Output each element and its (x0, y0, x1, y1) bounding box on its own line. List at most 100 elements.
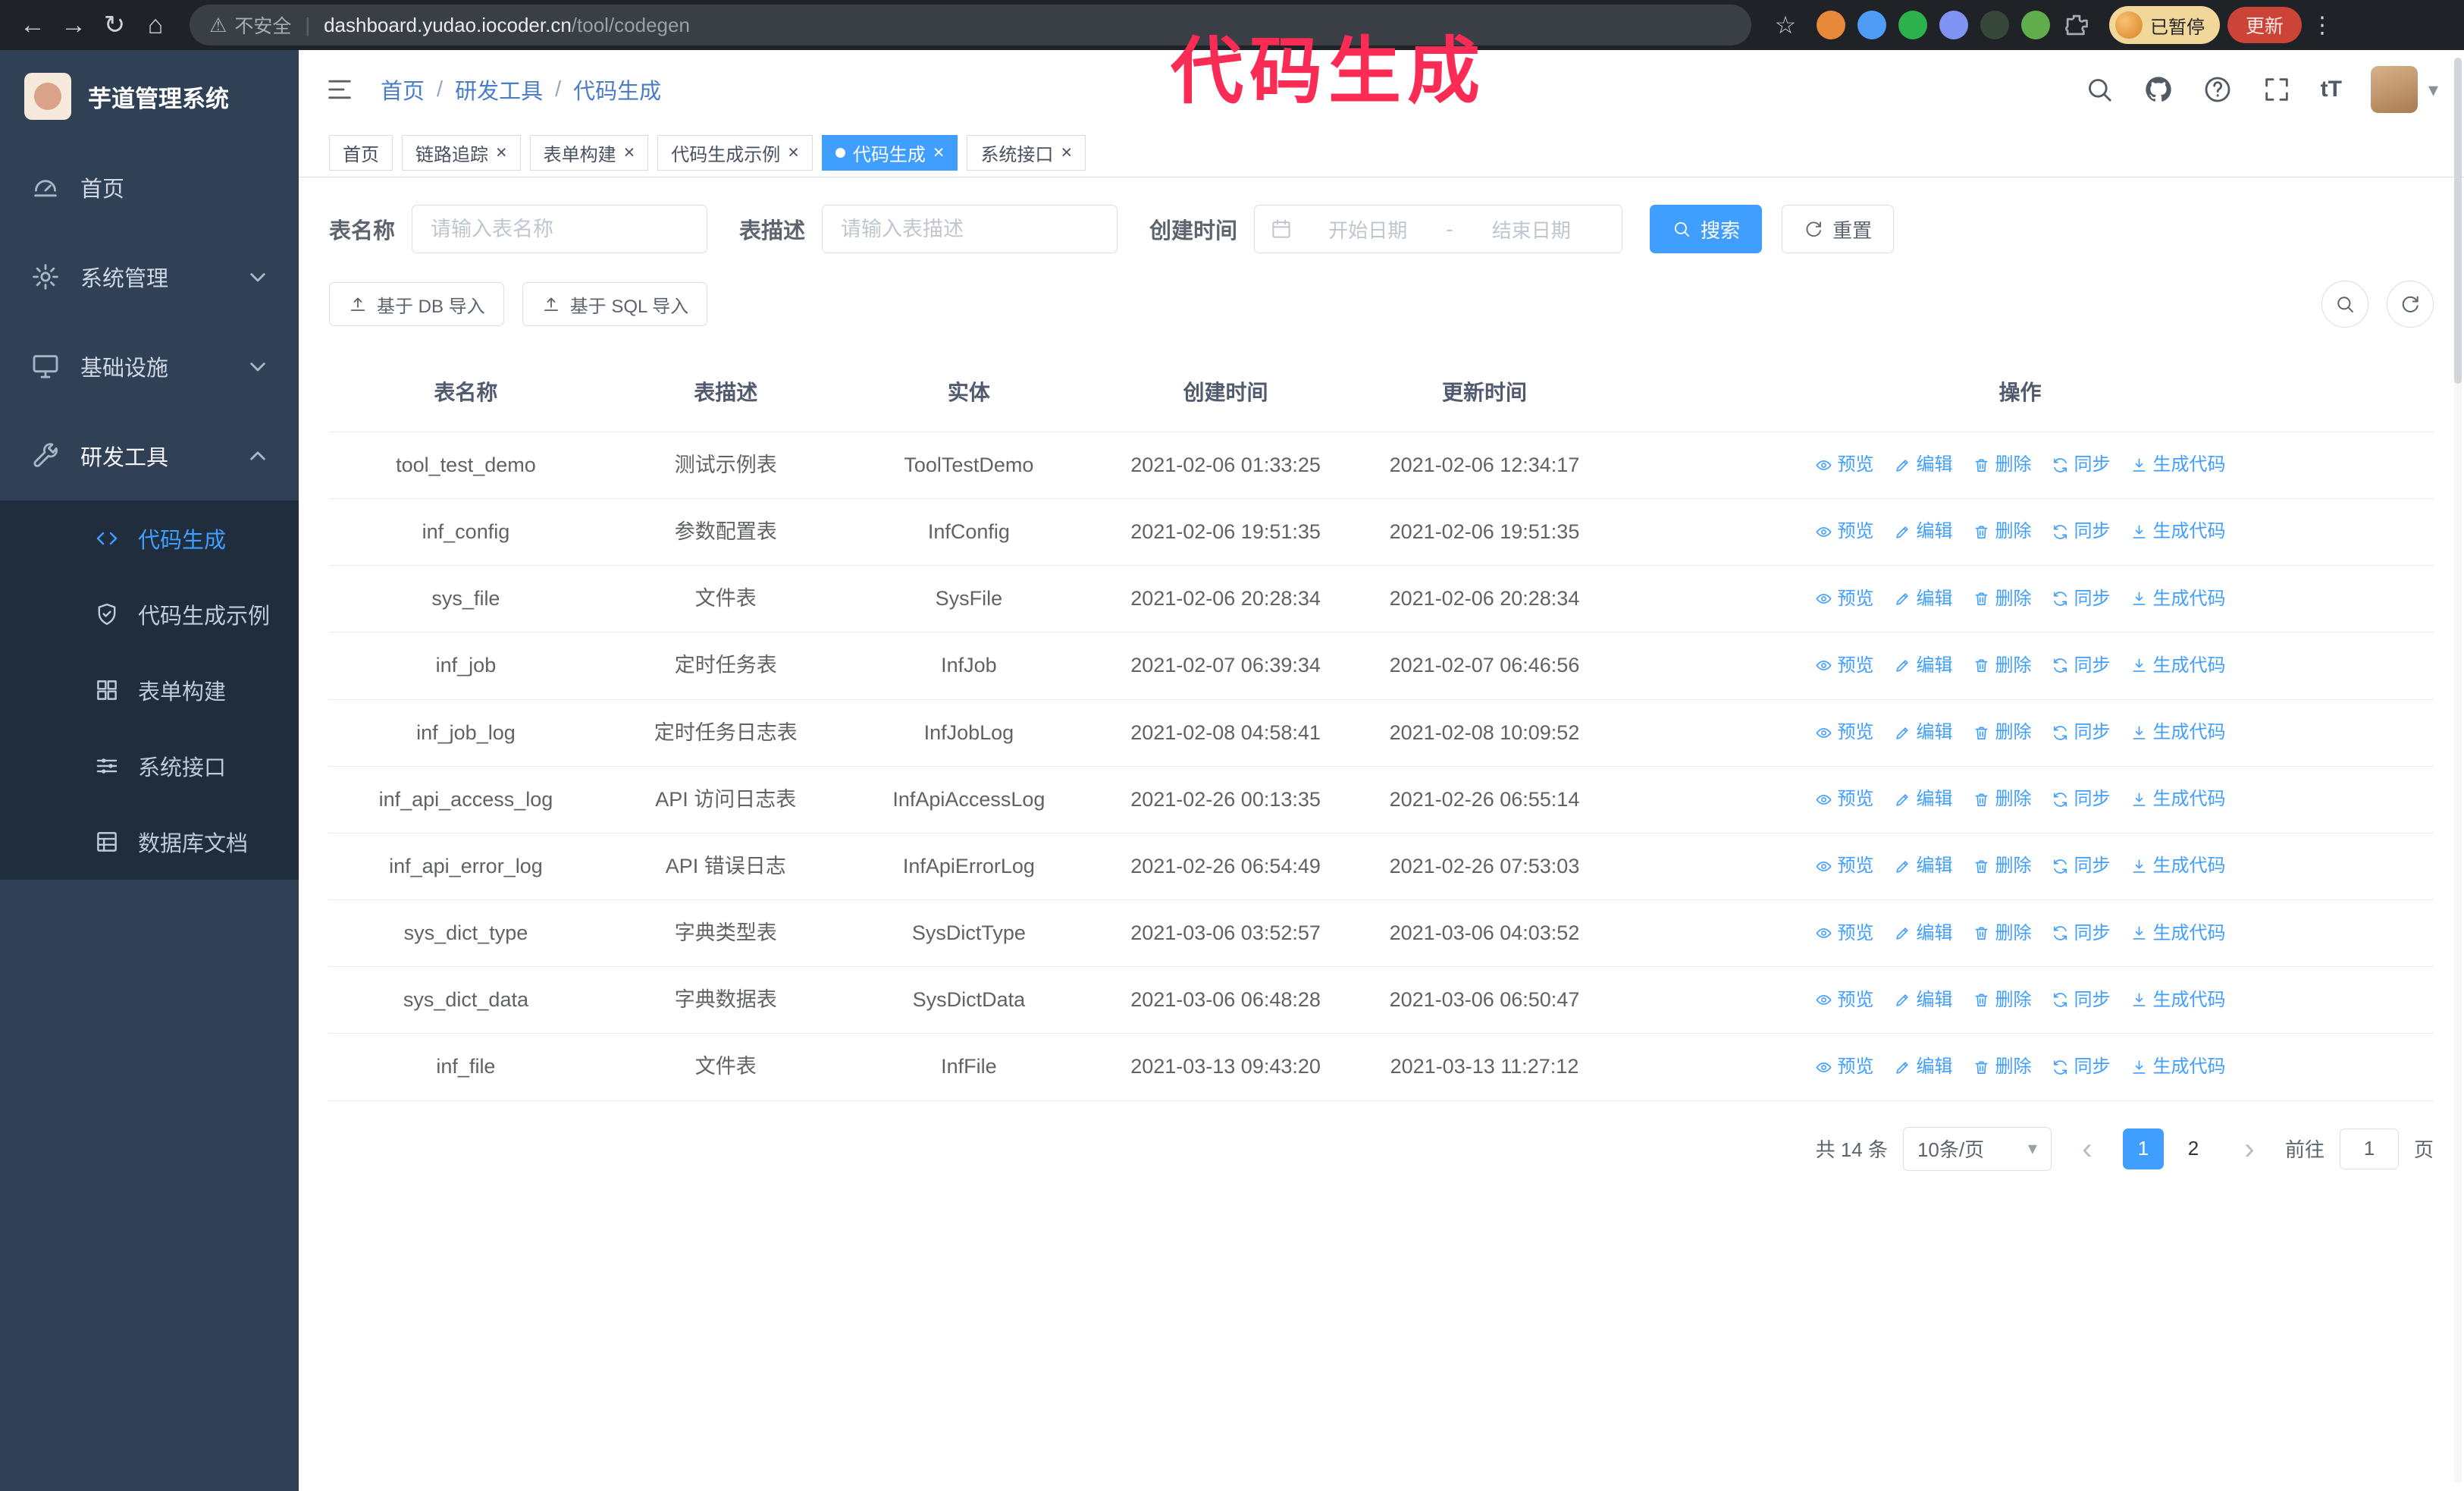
preview-link[interactable]: 预览 (1815, 986, 1874, 1015)
people-ext-icon[interactable] (1939, 11, 1968, 39)
edit-link[interactable]: 编辑 (1894, 718, 1953, 747)
delete-link[interactable]: 删除 (1973, 450, 2032, 479)
scrollbar-thumb[interactable] (2454, 58, 2462, 384)
page-button-2[interactable]: 2 (2173, 1128, 2214, 1169)
leaf-ext-icon[interactable] (2021, 11, 2050, 39)
generate-link[interactable]: 生成代码 (2130, 852, 2226, 880)
preview-link[interactable]: 预览 (1815, 450, 1874, 479)
preview-link[interactable]: 预览 (1815, 718, 1874, 747)
browser-update-button[interactable]: 更新 (2227, 7, 2303, 43)
sync-link[interactable]: 同步 (2052, 986, 2111, 1015)
submenu-item-codegen-example[interactable]: 代码生成示例 (0, 576, 299, 652)
generate-link[interactable]: 生成代码 (2130, 450, 2226, 479)
preview-link[interactable]: 预览 (1815, 651, 1874, 680)
sidebar-item-infra[interactable]: 基础设施 (0, 322, 299, 411)
preview-link[interactable]: 预览 (1815, 785, 1874, 814)
edit-link[interactable]: 编辑 (1894, 986, 1953, 1015)
fox-ext-icon[interactable] (1817, 11, 1845, 39)
tab-codegen[interactable]: 代码生成 × (821, 135, 958, 171)
generate-link[interactable]: 生成代码 (2130, 517, 2226, 546)
delete-link[interactable]: 删除 (1973, 585, 2032, 614)
scrollbar[interactable] (2454, 58, 2462, 1483)
reset-button[interactable]: 重置 (1782, 205, 1895, 253)
generate-link[interactable]: 生成代码 (2130, 919, 2226, 948)
tab-api[interactable]: 系统接口 × (967, 135, 1086, 171)
tab-codegen-example[interactable]: 代码生成示例 × (657, 135, 813, 171)
sidebar-item-home[interactable]: 首页 (0, 143, 299, 232)
delete-link[interactable]: 删除 (1973, 785, 2032, 814)
edit-link[interactable]: 编辑 (1894, 651, 1953, 680)
sync-link[interactable]: 同步 (2052, 517, 2111, 546)
address-bar[interactable]: ⚠ 不安全 | dashboard.yudao.iocoder.cn/tool/… (190, 5, 1751, 46)
prev-page-button[interactable]: ‹ (2067, 1128, 2108, 1169)
check-ext-icon[interactable] (1898, 11, 1927, 39)
close-icon[interactable]: × (933, 143, 945, 162)
home-icon[interactable]: ⌂ (135, 5, 176, 46)
preview-link[interactable]: 预览 (1815, 919, 1874, 948)
table-name-input[interactable] (412, 205, 708, 253)
sync-link[interactable]: 同步 (2052, 585, 2111, 614)
page-button-1[interactable]: 1 (2122, 1128, 2164, 1169)
sync-link[interactable]: 同步 (2052, 1053, 2111, 1081)
edit-link[interactable]: 编辑 (1894, 919, 1953, 948)
question-icon[interactable] (2202, 74, 2233, 105)
sync-link[interactable]: 同步 (2052, 450, 2111, 479)
submenu-item-api[interactable]: 系统接口 (0, 728, 299, 804)
edit-link[interactable]: 编辑 (1894, 450, 1953, 479)
edit-link[interactable]: 编辑 (1894, 852, 1953, 880)
generate-link[interactable]: 生成代码 (2130, 986, 2226, 1015)
edit-link[interactable]: 编辑 (1894, 1053, 1953, 1081)
delete-link[interactable]: 删除 (1973, 852, 2032, 880)
submenu-item-form-builder[interactable]: 表单构建 (0, 652, 299, 728)
table-desc-input[interactable] (822, 205, 1118, 253)
refresh-table-button[interactable] (2387, 281, 2434, 328)
tab-form-builder[interactable]: 表单构建 × (529, 135, 649, 171)
edit-link[interactable]: 编辑 (1894, 585, 1953, 614)
delete-link[interactable]: 删除 (1973, 1053, 2032, 1081)
delete-link[interactable]: 删除 (1973, 919, 2032, 948)
close-icon[interactable]: × (1061, 143, 1072, 162)
page-size-select[interactable]: 10条/页 ▾ (1902, 1126, 2052, 1171)
breadcrumb-item[interactable]: 首页 (381, 74, 425, 105)
generate-link[interactable]: 生成代码 (2130, 585, 2226, 614)
generate-link[interactable]: 生成代码 (2130, 718, 2226, 747)
preview-link[interactable]: 预览 (1815, 517, 1874, 546)
import-sql-button[interactable]: 基于 SQL 导入 (522, 282, 708, 326)
reload-icon[interactable]: ↻ (94, 5, 135, 46)
close-icon[interactable]: × (624, 143, 635, 162)
submenu-item-db-doc[interactable]: 数据库文档 (0, 804, 299, 880)
drop-ext-icon[interactable] (1857, 11, 1886, 39)
generate-link[interactable]: 生成代码 (2130, 1053, 2226, 1081)
toggle-search-button[interactable] (2321, 281, 2368, 328)
sync-link[interactable]: 同步 (2052, 718, 2111, 747)
close-icon[interactable]: × (788, 143, 799, 162)
sidebar-item-system[interactable]: 系统管理 (0, 232, 299, 322)
caret-down-icon[interactable]: ▾ (2428, 78, 2438, 102)
bookmark-star-icon[interactable]: ☆ (1765, 5, 1806, 46)
breadcrumb-item[interactable]: 研发工具 (455, 74, 543, 105)
import-db-button[interactable]: 基于 DB 导入 (329, 282, 504, 326)
tab-tracing[interactable]: 链路追踪 × (402, 135, 521, 171)
forward-icon[interactable]: → (53, 5, 94, 46)
font-size-icon[interactable]: tT (2321, 74, 2342, 105)
search-button[interactable]: 搜索 (1650, 205, 1763, 253)
generate-link[interactable]: 生成代码 (2130, 651, 2226, 680)
sync-link[interactable]: 同步 (2052, 785, 2111, 814)
sync-link[interactable]: 同步 (2052, 651, 2111, 680)
edit-link[interactable]: 编辑 (1894, 785, 1953, 814)
generate-link[interactable]: 生成代码 (2130, 785, 2226, 814)
profile-paused-badge[interactable]: 已暂停 (2109, 6, 2220, 44)
preview-link[interactable]: 预览 (1815, 852, 1874, 880)
delete-link[interactable]: 删除 (1973, 517, 2032, 546)
goto-page-input[interactable] (2339, 1128, 2399, 1169)
delete-link[interactable]: 删除 (1973, 718, 2032, 747)
sync-link[interactable]: 同步 (2052, 919, 2111, 948)
close-icon[interactable]: × (496, 143, 507, 162)
submenu-item-codegen[interactable]: 代码生成 (0, 501, 299, 576)
browser-menu-icon[interactable]: ⋮ (2302, 5, 2343, 46)
back-icon[interactable]: ← (12, 5, 53, 46)
create-time-range-picker[interactable]: 开始日期 - 结束日期 (1254, 205, 1623, 253)
fold-icon[interactable] (324, 74, 355, 105)
sync-link[interactable]: 同步 (2052, 852, 2111, 880)
github-icon[interactable] (2143, 74, 2174, 105)
